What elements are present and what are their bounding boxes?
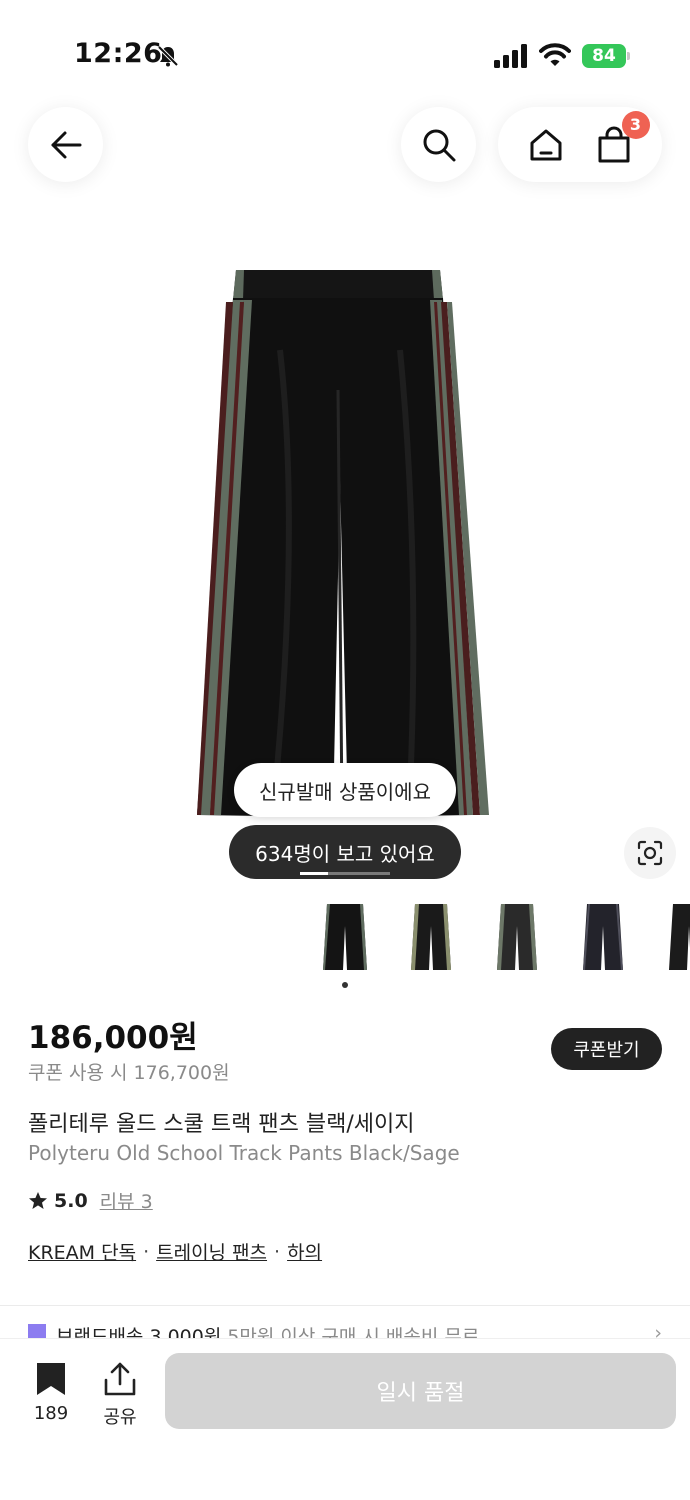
product-name-korean: 폴리테루 올드 스쿨 트랙 팬츠 블랙/세이지	[28, 1112, 415, 1137]
share-button[interactable]: 공유	[93, 1361, 147, 1429]
thumbnail[interactable]	[653, 892, 690, 980]
product-tags: KREAM 단독 · 트레이닝 팬츠 · 하의	[28, 1238, 322, 1265]
product-rating: 5.0 리뷰 3	[28, 1187, 153, 1214]
new-release-badge: 신규발매 상품이에요	[234, 763, 456, 817]
star-icon	[29, 1191, 47, 1209]
battery-level: 84	[582, 44, 626, 68]
coupon-price: 쿠폰 사용 시 176,700원	[28, 1062, 230, 1084]
cellular-signal-icon	[494, 44, 527, 68]
thumbnail[interactable]	[395, 892, 467, 980]
home-cart-group: 3	[498, 107, 662, 182]
cart-count-badge: 3	[621, 110, 650, 139]
product-name-english: Polyteru Old School Track Pants Black/Sa…	[28, 1141, 460, 1165]
battery-indicator: 84	[582, 44, 630, 68]
viewers-badge: 634명이 보고 있어요	[229, 825, 461, 879]
camera-lens-icon	[637, 840, 663, 866]
bookmark-button[interactable]: 189	[24, 1361, 78, 1424]
thumbnail[interactable]	[567, 892, 639, 980]
image-carousel-progress-fill	[300, 872, 328, 875]
battery-nub	[627, 52, 630, 60]
share-label: 공유	[103, 1407, 137, 1428]
status-time: 12:26	[74, 38, 163, 69]
product-price: 186,000원	[28, 1020, 198, 1056]
thumbnail[interactable]	[309, 892, 381, 980]
bookmark-icon	[37, 1363, 65, 1395]
image-carousel-progress	[300, 872, 390, 875]
review-link[interactable]: 리뷰 3	[100, 1187, 153, 1214]
sold-out-button[interactable]: 일시 품절	[165, 1353, 676, 1429]
section-divider	[0, 1305, 690, 1306]
thumbnail[interactable]	[481, 892, 553, 980]
tag-separator: ·	[143, 1240, 150, 1263]
image-search-button[interactable]	[624, 827, 676, 879]
tag-training-pants[interactable]: 트레이닝 팬츠	[156, 1238, 267, 1265]
search-button[interactable]	[401, 107, 476, 182]
thumbnail-indicator-dot	[342, 982, 348, 988]
bookmark-count: 189	[33, 1403, 69, 1424]
silent-bell-icon	[157, 45, 179, 67]
status-bar: 12:26 84	[0, 0, 690, 110]
product-thumbnails	[309, 892, 690, 982]
tag-bottoms[interactable]: 하의	[287, 1238, 322, 1265]
wifi-icon	[539, 43, 571, 66]
search-icon	[423, 129, 455, 161]
tag-kream-exclusive[interactable]: KREAM 단독	[28, 1238, 136, 1265]
back-button[interactable]	[28, 107, 103, 182]
tag-separator: ·	[274, 1240, 281, 1263]
home-icon[interactable]	[527, 126, 565, 164]
cart-button[interactable]: 3	[594, 110, 650, 165]
arrow-left-icon	[51, 131, 81, 158]
rating-score: 5.0	[54, 1189, 88, 1212]
share-icon	[104, 1362, 136, 1396]
get-coupon-button[interactable]: 쿠폰받기	[551, 1028, 662, 1070]
bottom-action-bar: 189 공유 일시 품절	[0, 1338, 690, 1500]
